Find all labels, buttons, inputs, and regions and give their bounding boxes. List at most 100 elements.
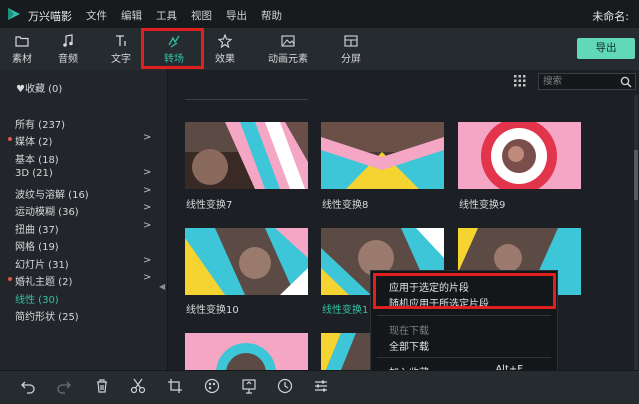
category-label: 简约形状 (25): [15, 312, 79, 323]
chevron-right-icon[interactable]: >: [143, 167, 151, 178]
category-distort[interactable]: 扭曲 (37): [15, 221, 59, 236]
tab-media[interactable]: 素材: [0, 28, 44, 70]
category-label: 媒体 (2): [15, 137, 53, 148]
category-slideshow[interactable]: 幻灯片 (31): [15, 256, 69, 271]
thumbnail-linear-9[interactable]: [458, 122, 581, 189]
main-toolbar: 素材 音频 文字 转场 效果 动画元素 分屏: [0, 28, 639, 70]
context-menu-highlight: [373, 273, 556, 309]
chevron-right-icon[interactable]: >: [143, 220, 151, 231]
menu-separator: [377, 357, 551, 358]
favorites-item[interactable]: ♥收藏 (0): [16, 80, 62, 95]
tab-audio[interactable]: 音频: [46, 28, 90, 70]
text-icon: [116, 35, 126, 46]
document-title: 未命名:: [592, 10, 629, 23]
thumbnail-preview: [185, 122, 308, 189]
category-label: 婚礼主题 (2): [15, 277, 73, 288]
category-label: 基本 (18): [15, 155, 59, 166]
category-label: 3D (21): [15, 168, 53, 179]
category-basic[interactable]: 基本 (18): [15, 151, 59, 166]
collapse-sidebar-icon[interactable]: ◀: [159, 282, 165, 291]
thumbnail-preview: [458, 122, 581, 189]
thumbnail-linear-10[interactable]: [185, 228, 308, 295]
settings-icon[interactable]: [313, 378, 329, 394]
chevron-right-icon[interactable]: >: [143, 255, 151, 266]
category-simple-shapes[interactable]: 简约形状 (25): [15, 308, 79, 323]
chevron-right-icon[interactable]: >: [143, 185, 151, 196]
menu-help[interactable]: 帮助: [261, 8, 282, 23]
cut-icon[interactable]: [130, 378, 146, 394]
menu-separator: [377, 315, 551, 316]
chevron-right-icon[interactable]: >: [143, 132, 151, 143]
category-label: 线性 (30): [15, 295, 59, 306]
screenshot-icon[interactable]: [241, 378, 257, 394]
folder-icon: [15, 36, 29, 47]
app-title: 万兴喵影: [28, 10, 72, 23]
menu-edit[interactable]: 编辑: [121, 8, 142, 23]
category-motion-blur[interactable]: 运动模糊 (36): [15, 203, 79, 218]
search-input[interactable]: [543, 75, 613, 88]
menu-download-all[interactable]: 全部下载: [389, 338, 429, 353]
color-icon[interactable]: [204, 378, 220, 394]
tab-effects[interactable]: 效果: [203, 28, 247, 70]
scrollbar-thumb[interactable]: [634, 150, 638, 200]
undo-icon[interactable]: [20, 378, 36, 394]
category-ripple-dissolve[interactable]: 波纹与溶解 (16): [15, 186, 89, 201]
category-label: 扭曲 (37): [15, 225, 59, 236]
delete-icon[interactable]: [94, 378, 110, 394]
menu-download-now: 现在下载: [389, 326, 429, 337]
thumbnail-row3-b[interactable]: [321, 333, 371, 370]
split-screen-icon: [344, 35, 358, 47]
scrollbar-track[interactable]: [634, 95, 638, 370]
category-linear[interactable]: 线性 (30): [15, 291, 59, 306]
image-icon: [281, 35, 295, 47]
menu-file[interactable]: 文件: [86, 8, 107, 23]
thumbnail-preview: [321, 122, 444, 189]
tab-split-screen-label: 分屏: [341, 54, 361, 65]
category-label: 波纹与溶解 (16): [15, 190, 89, 201]
thumbnail-label: 线性变换7: [186, 200, 233, 211]
tab-effects-label: 效果: [215, 54, 235, 65]
category-label: 运动模糊 (36): [15, 207, 79, 218]
tab-text[interactable]: 文字: [99, 28, 143, 70]
redo-icon[interactable]: [56, 378, 72, 394]
search-icon[interactable]: [620, 76, 632, 88]
thumbnail-row3-a[interactable]: [185, 333, 308, 370]
timer-icon[interactable]: [277, 378, 293, 394]
menu-tools[interactable]: 工具: [156, 8, 177, 23]
search-box: [538, 73, 636, 90]
category-label: 幻灯片 (31): [15, 260, 69, 271]
menu-export[interactable]: 导出: [226, 8, 247, 23]
tab-split-screen[interactable]: 分屏: [329, 28, 373, 70]
thumbnail-linear-8[interactable]: [321, 122, 444, 189]
tab-text-label: 文字: [111, 54, 131, 65]
category-media[interactable]: 媒体 (2): [8, 133, 53, 148]
chevron-right-icon[interactable]: >: [143, 202, 151, 213]
crop-icon[interactable]: [167, 378, 183, 394]
previous-row-labels: [185, 95, 308, 103]
tab-media-label: 素材: [12, 54, 32, 65]
tab-audio-label: 音频: [58, 54, 78, 65]
thumbnail-preview: [321, 333, 371, 370]
thumbnail-preview: [185, 333, 308, 370]
menu-view[interactable]: 视图: [191, 8, 212, 23]
active-tab-highlight: [141, 28, 204, 69]
thumbnail-preview: [185, 228, 308, 295]
export-button[interactable]: 导出: [577, 38, 635, 59]
chevron-right-icon[interactable]: >: [143, 272, 151, 283]
grid-view-icon[interactable]: [514, 75, 526, 87]
category-wedding[interactable]: 婚礼主题 (2): [8, 273, 73, 288]
category-3d[interactable]: 3D (21): [15, 168, 53, 179]
music-note-icon: [63, 34, 73, 47]
thumbnail-label: 线性变换8: [322, 200, 369, 211]
category-all[interactable]: 所有 (237): [15, 116, 65, 131]
new-dot-icon: [8, 137, 12, 141]
thumbnail-label: 线性变换1: [322, 305, 369, 316]
thumbnail-label: 线性变换9: [459, 200, 506, 211]
menu-bar: 万兴喵影 文件 编辑 工具 视图 导出 帮助 未命名:: [0, 0, 639, 28]
category-label: 所有 (237): [15, 120, 66, 131]
category-grid[interactable]: 网格 (19): [15, 238, 59, 253]
thumbnail-label: 线性变换10: [186, 305, 239, 316]
thumbnail-linear-7[interactable]: [185, 122, 308, 189]
tab-elements[interactable]: 动画元素: [262, 28, 314, 70]
category-label: 网格 (19): [15, 242, 59, 253]
